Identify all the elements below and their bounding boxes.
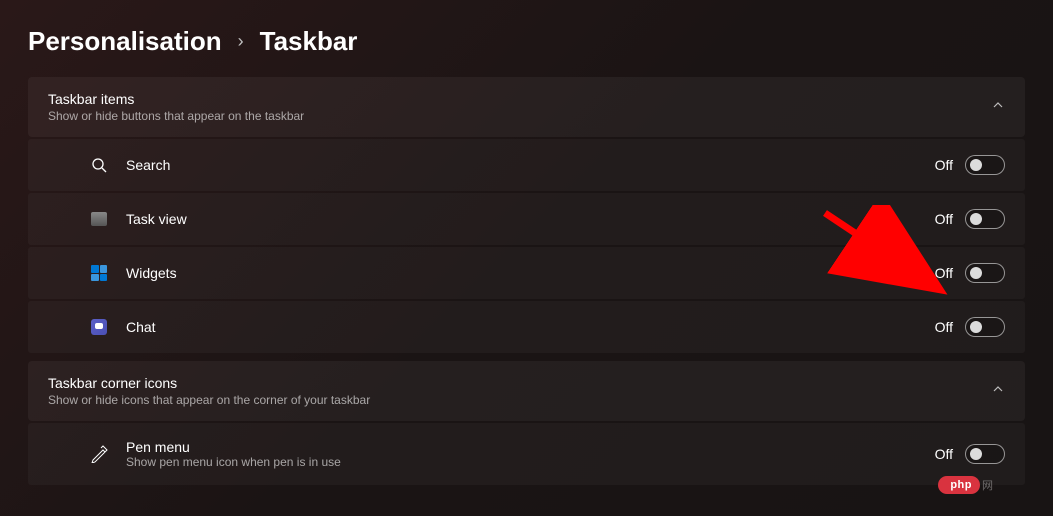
- widgets-icon: [90, 264, 108, 282]
- setting-label-search: Search: [126, 157, 170, 173]
- section-title: Taskbar items: [48, 91, 304, 107]
- setting-label-chat: Chat: [126, 319, 156, 335]
- watermark-suffix: 网: [982, 477, 993, 493]
- section-subtitle: Show or hide buttons that appear on the …: [48, 109, 304, 123]
- toggle-widgets[interactable]: [965, 263, 1005, 283]
- toggle-pen-menu[interactable]: [965, 444, 1005, 464]
- section-header-taskbar-items[interactable]: Taskbar items Show or hide buttons that …: [28, 77, 1025, 137]
- toggle-taskview[interactable]: [965, 209, 1005, 229]
- toggle-state-chat: Off: [935, 319, 953, 335]
- section-title: Taskbar corner icons: [48, 375, 370, 391]
- section-subtitle: Show or hide icons that appear on the co…: [48, 393, 370, 407]
- taskview-icon: [90, 210, 108, 228]
- setting-row-taskview: Task view Off: [28, 193, 1025, 245]
- toggle-chat[interactable]: [965, 317, 1005, 337]
- setting-label-pen-menu: Pen menu: [126, 439, 341, 455]
- setting-row-chat: Chat Off: [28, 301, 1025, 353]
- chat-icon: [90, 318, 108, 336]
- toggle-state-search: Off: [935, 157, 953, 173]
- setting-label-taskview: Task view: [126, 211, 187, 227]
- search-icon: [90, 156, 108, 174]
- chevron-up-icon: [991, 98, 1005, 117]
- toggle-state-taskview: Off: [935, 211, 953, 227]
- chevron-right-icon: ›: [238, 31, 244, 52]
- breadcrumb: Personalisation › Taskbar: [0, 0, 1053, 77]
- setting-sublabel-pen-menu: Show pen menu icon when pen is in use: [126, 455, 341, 469]
- toggle-state-pen-menu: Off: [935, 446, 953, 462]
- setting-label-widgets: Widgets: [126, 265, 177, 281]
- watermark-pill: php: [938, 476, 980, 494]
- toggle-state-widgets: Off: [935, 265, 953, 281]
- watermark: php 网: [938, 476, 993, 494]
- toggle-search[interactable]: [965, 155, 1005, 175]
- breadcrumb-current: Taskbar: [260, 26, 358, 57]
- section-header-taskbar-corner[interactable]: Taskbar corner icons Show or hide icons …: [28, 361, 1025, 421]
- pen-icon: [90, 445, 108, 463]
- breadcrumb-parent[interactable]: Personalisation: [28, 26, 222, 57]
- setting-row-widgets: Widgets Off: [28, 247, 1025, 299]
- setting-row-search: Search Off: [28, 139, 1025, 191]
- setting-row-pen-menu: Pen menu Show pen menu icon when pen is …: [28, 423, 1025, 485]
- chevron-up-icon: [991, 382, 1005, 401]
